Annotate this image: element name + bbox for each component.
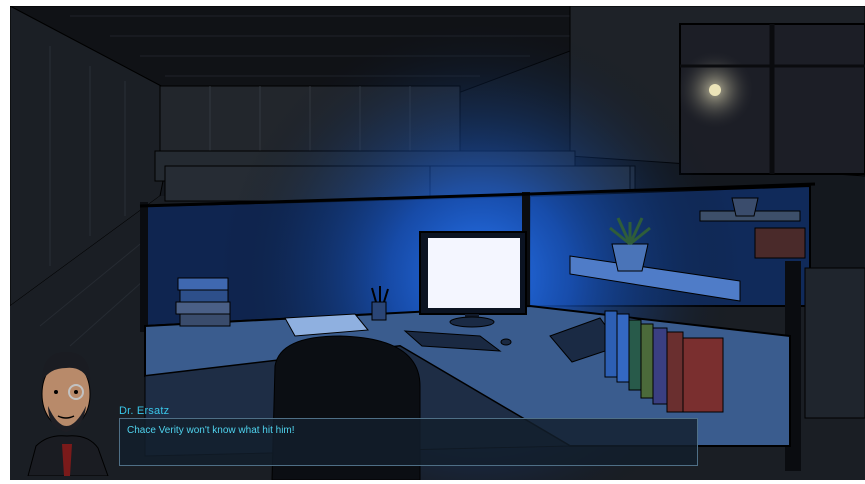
- character-portrait-icon: [27, 352, 109, 476]
- game-viewport: Dr. Ersatz Chace Verity won't know what …: [10, 6, 865, 480]
- dialog-text: Chace Verity won't know what hit him!: [127, 425, 295, 436]
- dialog-box[interactable]: Chace Verity won't know what hit him!: [119, 418, 698, 466]
- speaker-name: Dr. Ersatz: [119, 405, 170, 417]
